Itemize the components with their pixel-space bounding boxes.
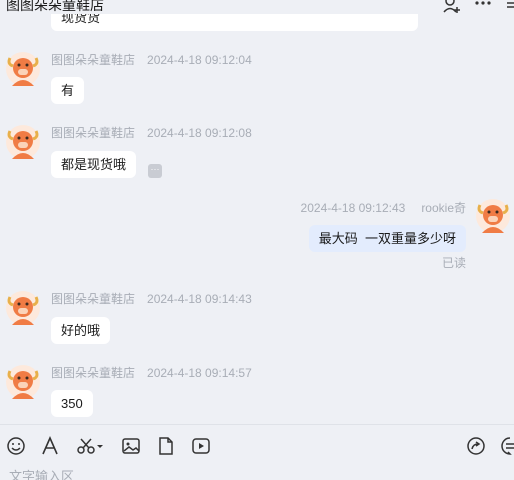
message-bubble: 350 xyxy=(51,390,93,417)
message-text: 有 xyxy=(61,83,75,98)
user-avatar[interactable] xyxy=(476,199,510,233)
chat-message-list[interactable]: 现货货 图图朵朵童鞋店 2024-4-18 09:12:04 有 图图朵朵童鞋店… xyxy=(0,0,514,424)
message-bubble: 最大码 一双重量多少呀 xyxy=(308,225,466,252)
sender-name: 图图朵朵童鞋店 xyxy=(51,292,136,306)
message-text: 好的哦 xyxy=(61,323,101,338)
video-icon[interactable] xyxy=(191,436,211,456)
menu-icon[interactable] xyxy=(505,0,514,13)
emoji-icon[interactable] xyxy=(6,436,26,456)
message-text: 350 xyxy=(61,396,83,411)
quick-reply-icon[interactable] xyxy=(500,436,514,456)
input-placeholder: 文字输入区 xyxy=(9,469,75,480)
message-time: 2024-4-18 09:12:04 xyxy=(147,53,252,67)
message-time: 2024-4-18 09:14:43 xyxy=(147,292,252,306)
shop-avatar[interactable] xyxy=(6,52,40,86)
shop-name[interactable]: 图图朵朵童鞋店 xyxy=(6,0,104,14)
shop-avatar[interactable] xyxy=(6,291,40,325)
message-action-icon[interactable]: ··· xyxy=(148,164,162,178)
add-user-icon[interactable] xyxy=(443,0,461,13)
sender-name: 图图朵朵童鞋店 xyxy=(51,126,136,140)
message-text: 都是现货哦 xyxy=(61,157,127,172)
sender-name: rookie奇 xyxy=(421,201,466,215)
message-meta: 图图朵朵童鞋店 2024-4-18 09:14:57 xyxy=(51,366,252,380)
scissors-icon[interactable] xyxy=(76,436,104,456)
message-meta: 图图朵朵童鞋店 2024-4-18 09:12:08 xyxy=(51,126,252,140)
more-icon[interactable] xyxy=(474,0,492,13)
image-icon[interactable] xyxy=(121,436,141,456)
file-icon[interactable] xyxy=(156,436,176,456)
message-meta: 2024-4-18 09:12:43 rookie奇 xyxy=(301,201,466,215)
message-bubble: 有 xyxy=(51,77,85,104)
share-icon[interactable] xyxy=(466,436,486,456)
font-icon[interactable] xyxy=(40,436,60,456)
read-status: 已读 xyxy=(441,256,466,270)
message-input[interactable]: 文字输入区 xyxy=(0,466,514,480)
sender-name: 图图朵朵童鞋店 xyxy=(51,366,136,380)
chat-header: 图图朵朵童鞋店 xyxy=(0,0,514,14)
message-toolbar xyxy=(0,424,514,467)
message-bubble: 好的哦 xyxy=(51,317,111,344)
message-meta: 图图朵朵童鞋店 2024-4-18 09:12:04 xyxy=(51,53,252,67)
sender-name: 图图朵朵童鞋店 xyxy=(51,53,136,67)
message-meta: 图图朵朵童鞋店 2024-4-18 09:14:43 xyxy=(51,292,252,306)
message-bubble: 都是现货哦 xyxy=(51,151,137,178)
message-time: 2024-4-18 09:12:43 xyxy=(300,201,406,215)
message-text: 最大码 一双重量多少呀 xyxy=(318,231,456,246)
shop-avatar[interactable] xyxy=(6,365,40,399)
shop-avatar[interactable] xyxy=(6,125,40,159)
message-time: 2024-4-18 09:14:57 xyxy=(147,366,252,380)
message-time: 2024-4-18 09:12:08 xyxy=(147,126,252,140)
